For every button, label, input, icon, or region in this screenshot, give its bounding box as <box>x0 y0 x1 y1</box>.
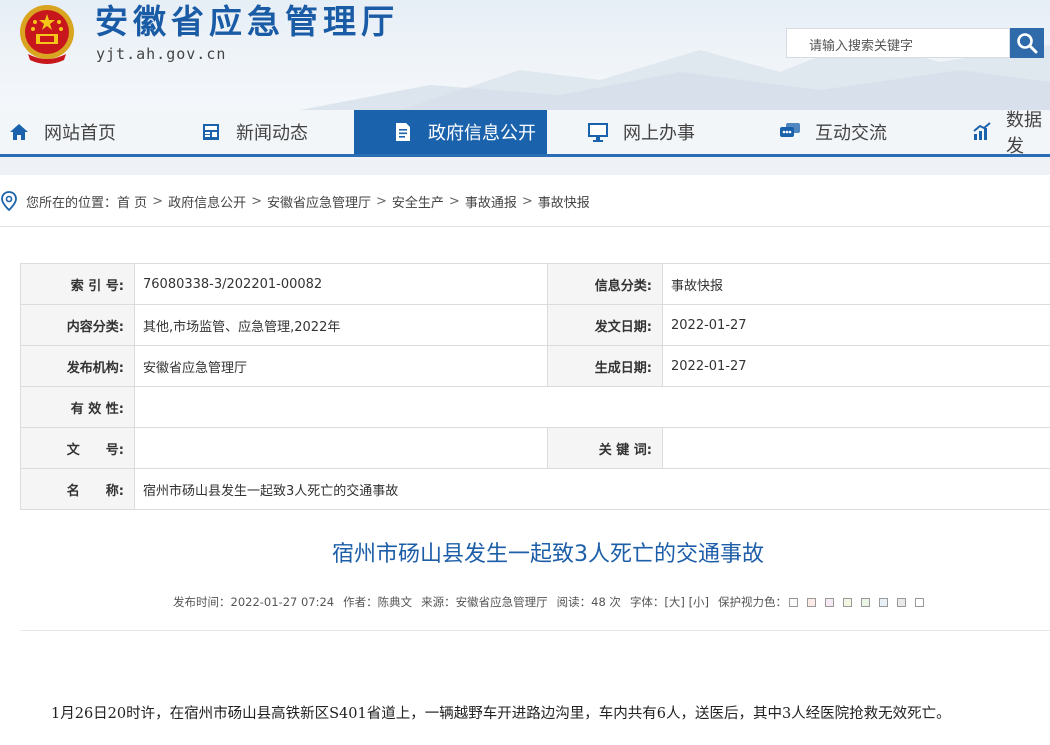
eye-color-swatches <box>789 597 933 607</box>
name-value: 宿州市砀山县发生一起致3人死亡的交通事故 <box>134 468 1050 510</box>
breadcrumb: 您所在的位置： 首 页 > 政府信息公开 > 安徽省应急管理厅 > 安全生产 >… <box>0 189 590 213</box>
issue-date-label: 发文日期: <box>547 304 663 346</box>
docno-label: 文 号: <box>20 427 135 469</box>
breadcrumb-link[interactable]: 事故快报 <box>538 192 590 211</box>
nav-shadow-strip <box>0 157 1050 175</box>
name-label: 名 称: <box>20 468 135 510</box>
nav-item-label: 新闻动态 <box>236 123 308 144</box>
location-pin-icon <box>0 191 18 211</box>
category-label: 信息分类: <box>547 263 663 305</box>
author: 作者：陈典文 <box>343 595 413 609</box>
breadcrumb-separator: > <box>251 193 262 209</box>
breadcrumb-link[interactable]: 安徽省应急管理厅 <box>267 192 371 211</box>
created-date-value: 2022-01-27 <box>662 345 1050 387</box>
document-info-table: 索 引 号: 76080338-3/202201-00082 信息分类: 事故快… <box>20 263 1050 510</box>
article-body: 1月26日20时许，在宿州市砀山县高铁新区S401省道上，一辆越野车开进路边沟里… <box>51 706 951 722</box>
breadcrumb-separator: > <box>152 193 164 209</box>
publisher-value: 安徽省应急管理厅 <box>134 345 548 387</box>
article-title: 宿州市砀山县发生一起致3人死亡的交通事故 <box>332 542 764 567</box>
publisher-label: 发布机构: <box>20 345 135 387</box>
search-input[interactable]: 请输入搜索关键字 <box>786 28 1010 58</box>
view-count: 阅读：48 次 <box>556 595 621 609</box>
nav-item-label: 数据发 <box>1006 110 1042 157</box>
nav-item-online-service[interactable]: 网上办事 <box>587 110 695 154</box>
table-row: 有 效 性: <box>20 386 1050 428</box>
breadcrumb-divider <box>0 226 1050 227</box>
breadcrumb-link[interactable]: 安全生产 <box>392 192 444 211</box>
table-row: 内容分类: 其他,市场监管、应急管理,2022年 发文日期: 2022-01-2… <box>20 304 1050 346</box>
table-row: 发布机构: 安徽省应急管理厅 生成日期: 2022-01-27 <box>20 345 1050 387</box>
index-label: 索 引 号: <box>20 263 135 305</box>
nav-item-home[interactable]: 网站首页 <box>8 110 116 154</box>
breadcrumb-link[interactable]: 事故通报 <box>465 192 517 211</box>
eye-color-label: 保护视力色： <box>718 595 788 609</box>
eye-color-swatch[interactable] <box>807 597 817 607</box>
home-icon <box>8 121 30 143</box>
docno-value <box>134 427 548 469</box>
created-date-label: 生成日期: <box>547 345 663 387</box>
content-label: 内容分类: <box>20 304 135 346</box>
site-header: 安徽省应急管理厅 yjt.ah.gov.cn 请输入搜索关键字 <box>0 0 1050 110</box>
nav-item-label: 政府信息公开 <box>428 123 536 144</box>
category-value: 事故快报 <box>662 263 1050 305</box>
document-icon <box>392 121 414 143</box>
breadcrumb-separator: > <box>376 193 387 209</box>
chart-icon <box>972 121 992 143</box>
validity-label: 有 效 性: <box>20 386 135 428</box>
validity-value <box>134 386 1050 428</box>
meta-divider <box>20 630 1050 631</box>
font-size-control[interactable]: 字体：[大] [小] <box>630 594 709 610</box>
search-icon <box>1017 33 1038 54</box>
site-title: 安徽省应急管理厅 <box>95 2 399 41</box>
eye-color-swatch[interactable] <box>861 597 871 607</box>
publish-time: 发布时间：2022-01-27 07:24 <box>173 595 335 609</box>
keywords-label: 关 键 词: <box>547 427 663 469</box>
breadcrumb-prefix: 您所在的位置： <box>26 195 118 211</box>
source: 来源：安徽省应急管理厅 <box>421 595 548 609</box>
eye-color-swatch[interactable] <box>843 597 853 607</box>
eye-color-swatch[interactable] <box>789 597 799 607</box>
search-button[interactable] <box>1010 28 1044 58</box>
chat-icon <box>779 121 801 143</box>
index-value: 76080338-3/202201-00082 <box>134 263 548 305</box>
table-row: 索 引 号: 76080338-3/202201-00082 信息分类: 事故快… <box>20 263 1050 305</box>
table-row: 名 称: 宿州市砀山县发生一起致3人死亡的交通事故 <box>20 468 1050 510</box>
eye-color-swatch[interactable] <box>879 597 889 607</box>
site-domain: yjt.ah.gov.cn <box>96 45 227 63</box>
breadcrumb-separator: > <box>448 193 460 209</box>
eye-color-swatch[interactable] <box>825 597 835 607</box>
nav-item-label: 网站首页 <box>44 123 116 144</box>
news-icon <box>200 121 222 143</box>
table-row: 文 号: 关 键 词: <box>20 427 1050 469</box>
nav-item-news[interactable]: 新闻动态 <box>200 110 308 154</box>
keywords-value <box>662 427 1050 469</box>
breadcrumb-link[interactable]: 首 页 <box>117 192 147 211</box>
issue-date-value: 2022-01-27 <box>662 304 1050 346</box>
nav-item-gov-info[interactable]: 政府信息公开 <box>354 110 547 154</box>
monitor-icon <box>587 121 609 143</box>
eye-color-swatch[interactable] <box>897 597 907 607</box>
eye-color-swatch[interactable] <box>915 597 925 607</box>
nav-item-label: 网上办事 <box>623 123 695 144</box>
nav-item-interaction[interactable]: 互动交流 <box>779 110 887 154</box>
breadcrumb-link[interactable]: 政府信息公开 <box>168 192 246 211</box>
breadcrumb-separator: > <box>521 193 533 209</box>
nav-item-data[interactable]: 数据发 <box>972 110 1050 157</box>
content-value: 其他,市场监管、应急管理,2022年 <box>134 304 548 346</box>
article-meta: 发布时间：2022-01-27 07:24 作者：陈典文 来源：安徽省应急管理厅… <box>173 594 933 610</box>
nav-item-label: 互动交流 <box>815 123 887 144</box>
national-emblem-icon <box>20 5 74 64</box>
main-nav: 网站首页 新闻动态 政府信息公开 网上办事 互动交流 数据发 <box>0 110 1050 157</box>
